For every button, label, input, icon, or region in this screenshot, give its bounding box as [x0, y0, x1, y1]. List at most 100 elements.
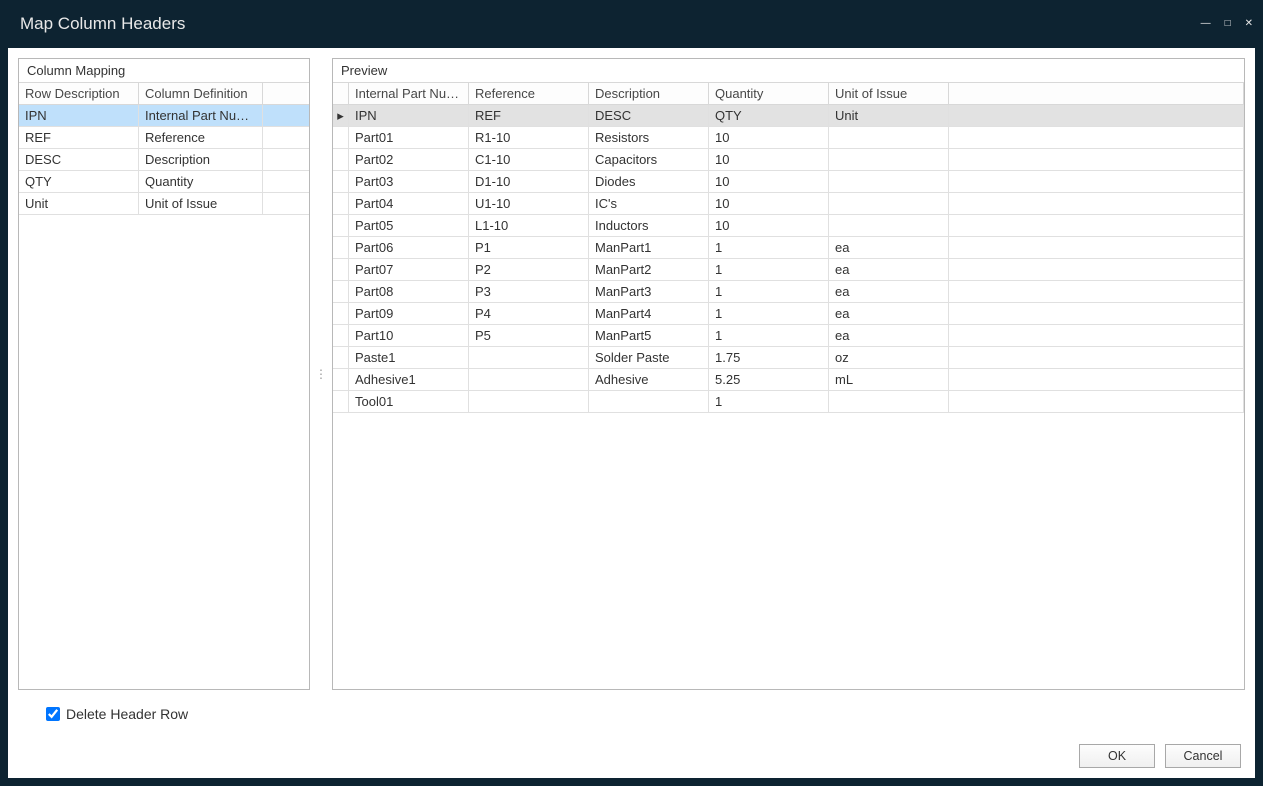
preview-cell[interactable]: P1 [469, 237, 589, 258]
preview-cell[interactable]: Adhesive1 [349, 369, 469, 390]
preview-row[interactable]: Part08P3ManPart31ea [333, 281, 1244, 303]
preview-row[interactable]: Part01R1-10Resistors10 [333, 127, 1244, 149]
preview-cell[interactable]: QTY [709, 105, 829, 126]
mapping-cell-col-def[interactable]: Quantity [139, 171, 263, 192]
delete-header-checkbox[interactable] [46, 707, 60, 721]
preview-cell[interactable]: 1 [709, 237, 829, 258]
preview-cell[interactable]: ManPart4 [589, 303, 709, 324]
preview-cell[interactable]: 10 [709, 215, 829, 236]
preview-cell[interactable]: P3 [469, 281, 589, 302]
preview-cell[interactable]: Unit [829, 105, 949, 126]
preview-header-data-row[interactable]: ▸IPNREFDESCQTYUnit [333, 105, 1244, 127]
preview-cell[interactable] [949, 281, 1244, 302]
preview-cell[interactable]: L1-10 [469, 215, 589, 236]
delete-header-row[interactable]: Delete Header Row [18, 690, 1245, 730]
preview-row[interactable]: Paste1Solder Paste1.75oz [333, 347, 1244, 369]
mapping-row[interactable]: IPNInternal Part Number [19, 105, 309, 127]
preview-cell[interactable]: 1.75 [709, 347, 829, 368]
mapping-row[interactable]: UnitUnit of Issue [19, 193, 309, 215]
preview-cell[interactable] [829, 215, 949, 236]
preview-cell[interactable]: Part03 [349, 171, 469, 192]
preview-row[interactable]: Adhesive1 Adhesive5.25mL [333, 369, 1244, 391]
preview-cell[interactable]: Part05 [349, 215, 469, 236]
preview-body[interactable]: ▸IPNREFDESCQTYUnitPart01R1-10Resistors10… [333, 105, 1244, 689]
preview-header-ipn[interactable]: Internal Part Numb... [349, 83, 469, 104]
preview-cell[interactable] [949, 259, 1244, 280]
preview-row[interactable]: Part09P4ManPart41ea [333, 303, 1244, 325]
mapping-cell-row-desc[interactable]: Unit [19, 193, 139, 214]
preview-cell[interactable]: Capacitors [589, 149, 709, 170]
close-icon[interactable]: ✕ [1245, 19, 1253, 29]
preview-cell[interactable]: 10 [709, 149, 829, 170]
preview-cell[interactable]: U1-10 [469, 193, 589, 214]
preview-cell[interactable]: ea [829, 237, 949, 258]
preview-cell[interactable]: Inductors [589, 215, 709, 236]
preview-cell[interactable]: P5 [469, 325, 589, 346]
preview-cell[interactable]: Part10 [349, 325, 469, 346]
preview-cell[interactable]: 10 [709, 127, 829, 148]
preview-cell[interactable]: mL [829, 369, 949, 390]
preview-cell[interactable]: C1-10 [469, 149, 589, 170]
preview-cell[interactable]: 1 [709, 303, 829, 324]
preview-cell[interactable] [949, 325, 1244, 346]
preview-cell[interactable]: Resistors [589, 127, 709, 148]
minimize-icon[interactable]: — [1201, 19, 1211, 29]
preview-header-reference[interactable]: Reference [469, 83, 589, 104]
preview-cell[interactable] [949, 193, 1244, 214]
preview-cell[interactable]: Part09 [349, 303, 469, 324]
preview-header-description[interactable]: Description [589, 83, 709, 104]
mapping-cell-col-def[interactable]: Unit of Issue [139, 193, 263, 214]
mapping-row[interactable]: REFReference [19, 127, 309, 149]
mapping-cell-col-def[interactable]: Internal Part Number [139, 105, 263, 126]
preview-cell[interactable]: oz [829, 347, 949, 368]
mapping-cell-row-desc[interactable]: QTY [19, 171, 139, 192]
preview-cell[interactable]: Paste1 [349, 347, 469, 368]
preview-cell[interactable]: D1-10 [469, 171, 589, 192]
mapping-cell-extra[interactable] [263, 171, 307, 192]
splitter[interactable] [318, 58, 324, 690]
cancel-button[interactable]: Cancel [1165, 744, 1241, 768]
preview-cell[interactable]: 10 [709, 171, 829, 192]
preview-cell[interactable] [949, 105, 1244, 126]
preview-row[interactable]: Part03D1-10Diodes10 [333, 171, 1244, 193]
titlebar[interactable]: Map Column Headers — □ ✕ [0, 0, 1263, 48]
preview-cell[interactable]: ea [829, 325, 949, 346]
preview-header-extra[interactable] [949, 83, 1244, 104]
preview-row[interactable]: Tool011 [333, 391, 1244, 413]
preview-cell[interactable]: R1-10 [469, 127, 589, 148]
maximize-icon[interactable]: □ [1225, 19, 1231, 29]
preview-cell[interactable] [949, 149, 1244, 170]
preview-cell[interactable]: Part08 [349, 281, 469, 302]
preview-cell[interactable] [949, 127, 1244, 148]
preview-cell[interactable]: ManPart5 [589, 325, 709, 346]
preview-cell[interactable] [949, 347, 1244, 368]
preview-header-quantity[interactable]: Quantity [709, 83, 829, 104]
mapping-cell-extra[interactable] [263, 127, 307, 148]
preview-cell[interactable] [949, 171, 1244, 192]
preview-cell[interactable] [829, 171, 949, 192]
preview-row[interactable]: Part06P1ManPart11ea [333, 237, 1244, 259]
mapping-cell-col-def[interactable]: Description [139, 149, 263, 170]
preview-cell[interactable]: ManPart1 [589, 237, 709, 258]
preview-cell[interactable]: IPN [349, 105, 469, 126]
mapping-header-row-desc[interactable]: Row Description [19, 83, 139, 104]
preview-row[interactable]: Part10P5ManPart51ea [333, 325, 1244, 347]
preview-cell[interactable] [469, 347, 589, 368]
preview-cell[interactable]: Tool01 [349, 391, 469, 412]
preview-cell[interactable] [949, 237, 1244, 258]
mapping-header-col-def[interactable]: Column Definition [139, 83, 263, 104]
preview-cell[interactable]: 1 [709, 259, 829, 280]
mapping-cell-extra[interactable] [263, 193, 307, 214]
preview-cell[interactable]: Diodes [589, 171, 709, 192]
preview-cell[interactable]: Part06 [349, 237, 469, 258]
mapping-cell-extra[interactable] [263, 149, 307, 170]
preview-row[interactable]: Part02C1-10Capacitors10 [333, 149, 1244, 171]
mapping-header-extra[interactable] [263, 83, 307, 104]
preview-cell[interactable] [829, 149, 949, 170]
mapping-cell-extra[interactable] [263, 105, 307, 126]
preview-cell[interactable]: Part01 [349, 127, 469, 148]
preview-cell[interactable]: 5.25 [709, 369, 829, 390]
preview-cell[interactable] [949, 303, 1244, 324]
preview-cell[interactable]: Adhesive [589, 369, 709, 390]
preview-cell[interactable]: 10 [709, 193, 829, 214]
